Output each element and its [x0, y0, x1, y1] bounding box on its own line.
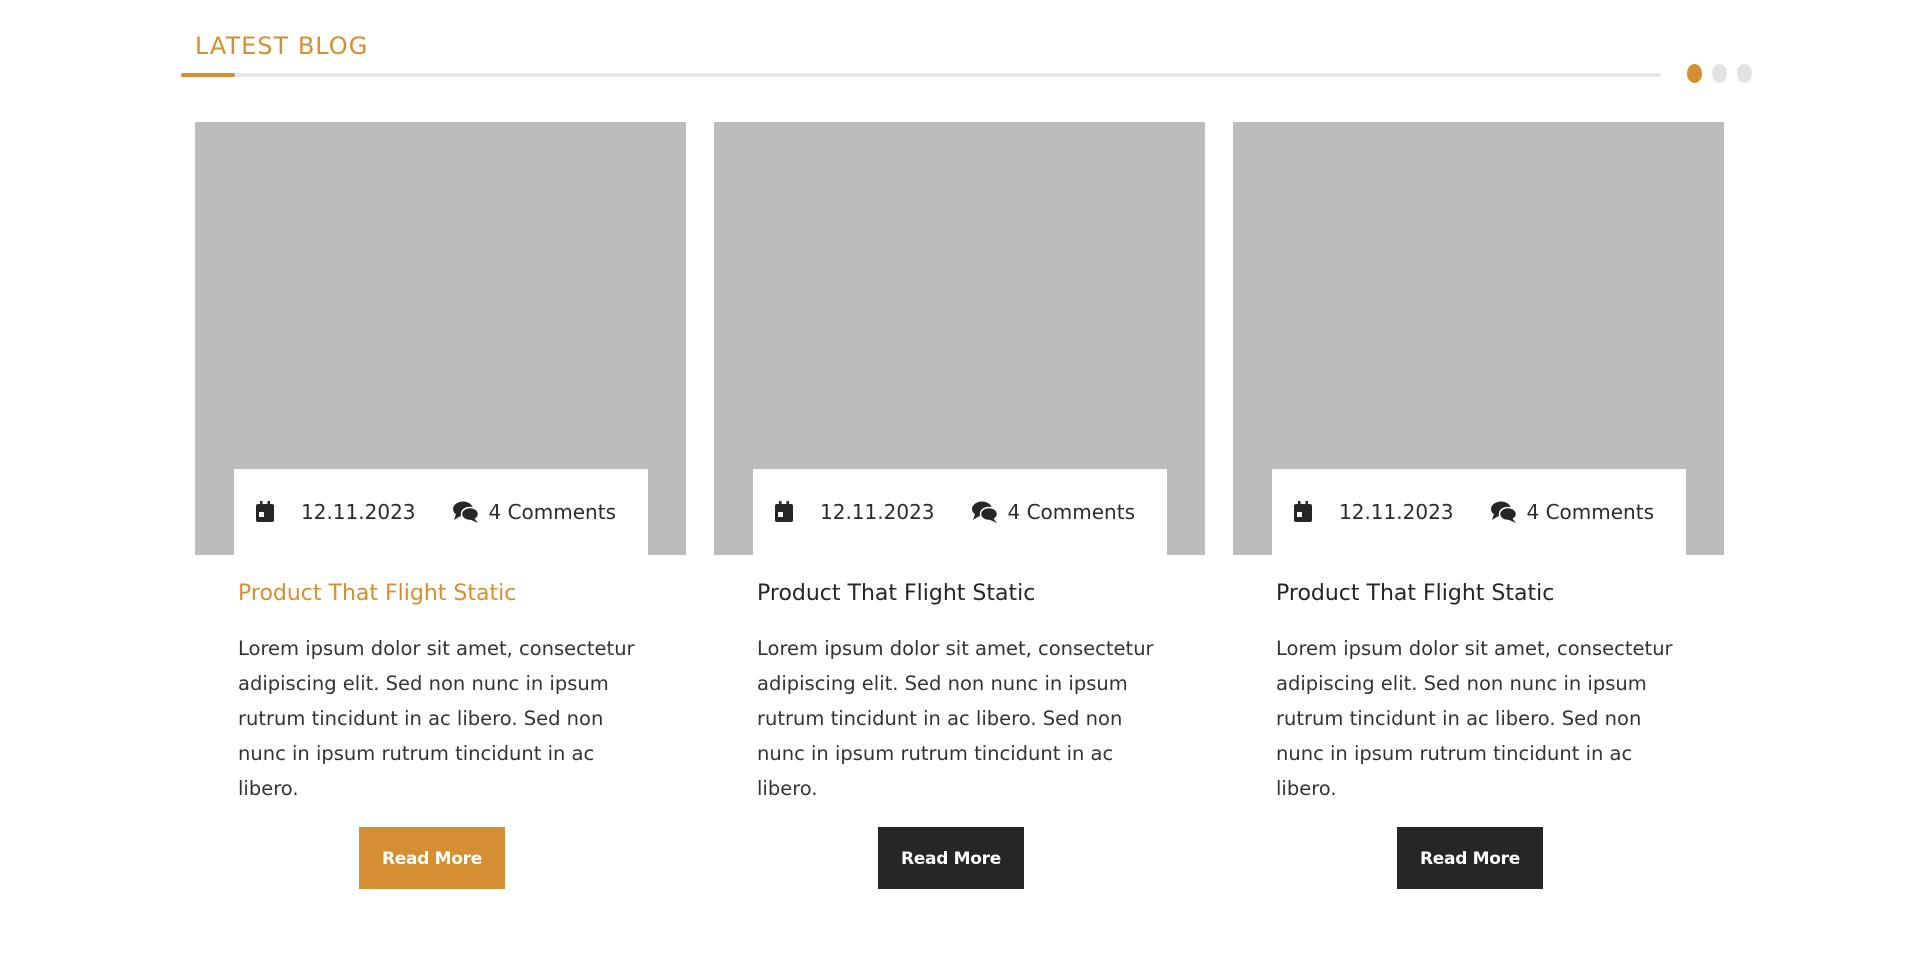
read-more-button[interactable]: Read More: [359, 827, 505, 889]
blog-card: 12.11.2023 4 Comments Product That Fligh…: [1233, 122, 1724, 889]
blog-card: 12.11.2023 4 Comments Product That Fligh…: [714, 122, 1205, 889]
carousel-dot-1[interactable]: [1687, 64, 1702, 83]
read-more-button[interactable]: Read More: [1397, 827, 1543, 889]
post-date: 12.11.2023: [301, 500, 416, 524]
post-title[interactable]: Product That Flight Static: [1276, 579, 1724, 609]
post-excerpt: Lorem ipsum dolor sit amet, consectetur …: [1276, 637, 1673, 800]
calendar-icon: [775, 501, 793, 523]
calendar-icon: [256, 501, 274, 523]
comments-count: 4 Comments: [1007, 500, 1136, 524]
section-title: LATEST BLOG: [195, 32, 369, 60]
section-title-underline-accent: [181, 73, 235, 77]
carousel-pagination: [1687, 64, 1752, 83]
carousel-dot-2[interactable]: [1712, 64, 1727, 83]
calendar-icon: [1294, 501, 1312, 523]
section-title-underline: [181, 73, 1661, 77]
post-title[interactable]: Product That Flight Static: [238, 579, 686, 609]
read-more-button[interactable]: Read More: [878, 827, 1024, 889]
post-excerpt: Lorem ipsum dolor sit amet, consectetur …: [757, 637, 1154, 800]
comments-icon: [1490, 501, 1517, 523]
post-comments[interactable]: 4 Comments: [971, 500, 1136, 524]
post-excerpt: Lorem ipsum dolor sit amet, consectetur …: [238, 637, 635, 800]
post-comments[interactable]: 4 Comments: [452, 500, 617, 524]
comments-icon: [971, 501, 998, 523]
comments-count: 4 Comments: [488, 500, 617, 524]
comments-icon: [452, 501, 479, 523]
blog-card-image[interactable]: 12.11.2023 4 Comments: [1233, 122, 1724, 555]
blog-card-image[interactable]: 12.11.2023 4 Comments: [195, 122, 686, 555]
post-meta: 12.11.2023 4 Comments: [234, 469, 648, 555]
comments-count: 4 Comments: [1526, 500, 1655, 524]
post-title[interactable]: Product That Flight Static: [757, 579, 1205, 609]
carousel-dot-3[interactable]: [1737, 64, 1752, 83]
post-meta: 12.11.2023 4 Comments: [1272, 469, 1686, 555]
post-comments[interactable]: 4 Comments: [1490, 500, 1655, 524]
blog-card-image[interactable]: 12.11.2023 4 Comments: [714, 122, 1205, 555]
blog-card: 12.11.2023 4 Comments Product That Fligh…: [195, 122, 686, 889]
post-date: 12.11.2023: [820, 500, 935, 524]
post-date: 12.11.2023: [1339, 500, 1454, 524]
post-meta: 12.11.2023 4 Comments: [753, 469, 1167, 555]
